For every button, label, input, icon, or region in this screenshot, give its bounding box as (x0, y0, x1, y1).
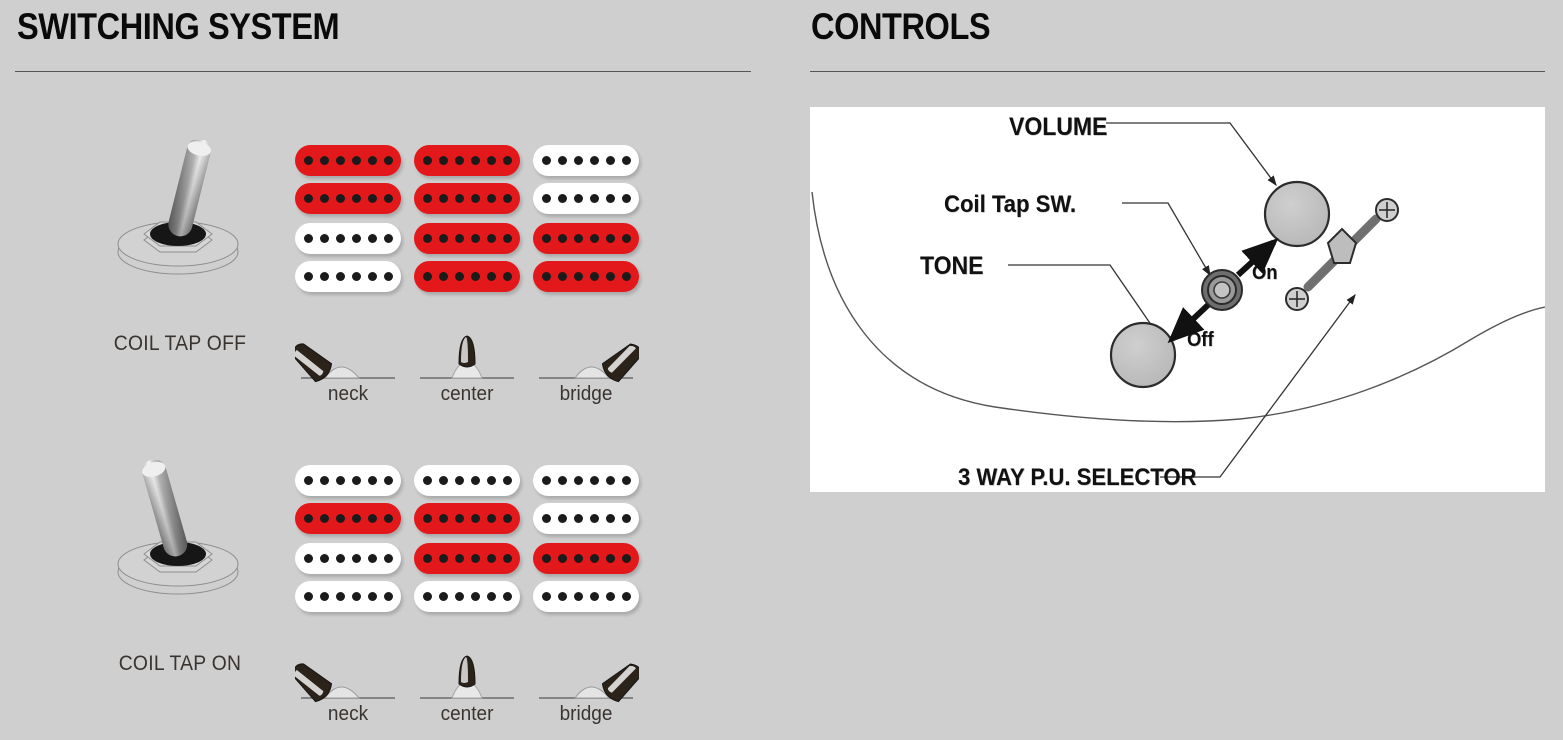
coil-bottom (414, 581, 520, 612)
controls-diagram-graphic (811, 122, 1546, 478)
pickup-neck-position-center (414, 465, 520, 536)
coil-bottom (533, 503, 639, 534)
coil-bottom (295, 261, 401, 292)
coil-top (533, 223, 639, 254)
pickup-row-neck-pickups (295, 465, 665, 543)
tone-knob (1109, 321, 1177, 389)
coil-top (414, 465, 520, 496)
volume-knob (1263, 180, 1331, 248)
blade-switch-left-icon (292, 343, 395, 383)
coil-top (533, 543, 639, 574)
blade-switch-row-coil-tap-on: neck center bridge (292, 650, 665, 726)
label-tone: TONE (920, 252, 984, 280)
blade-switch-center-label: center (440, 703, 494, 725)
coil-top (295, 465, 401, 496)
coil-bottom (533, 581, 639, 612)
coil-top (414, 145, 520, 176)
leader-line-volume (1106, 122, 1277, 187)
toggle-switch-right-icon (117, 138, 239, 275)
coil-tap-off-label: COIL TAP OFF (113, 332, 247, 355)
coil-top (295, 145, 401, 176)
blade-switch-bridge-label: bridge (559, 703, 613, 725)
pickup-neck-position-center (414, 145, 520, 216)
blade-switch-bridge[interactable]: bridge (533, 650, 642, 726)
guitar-body-outline (811, 191, 1546, 423)
coil-bottom (414, 503, 520, 534)
blade-switch-neck-label: neck (327, 383, 369, 405)
label-volume: VOLUME (1009, 113, 1108, 141)
blade-switch-center[interactable]: center (414, 650, 520, 726)
blade-switch-center-label: center (440, 383, 494, 405)
pickup-neck-position-bridge (533, 145, 639, 216)
label-on: On (1252, 262, 1278, 284)
coil-top (295, 543, 401, 574)
pickup-bridge-position-bridge (533, 543, 639, 614)
page-title-controls: CONTROLS (811, 6, 991, 47)
blade-switch-center-icon (420, 655, 514, 699)
pickup-neck-position-neck (295, 465, 401, 536)
pickup-bridge-position-center (414, 223, 520, 294)
pickup-bridge-position-bridge (533, 223, 639, 294)
pickup-bridge-position-neck (295, 543, 401, 614)
toggle-switch-left-icon (117, 459, 239, 595)
coil-top (295, 223, 401, 254)
coil-top (414, 223, 520, 254)
pickup-neck-position-neck (295, 145, 401, 216)
pickup-bridge-position-neck (295, 223, 401, 294)
coil-bottom (295, 183, 401, 214)
coil-tap-on-label: COIL TAP ON (118, 652, 242, 675)
section-divider (810, 71, 1545, 72)
blade-switch-center[interactable]: center (414, 330, 520, 406)
page-title-switching-system: SWITCHING SYSTEM (17, 6, 340, 47)
coil-top (533, 465, 639, 496)
blade-switch-neck[interactable]: neck (292, 330, 401, 406)
blade-switch-right-icon (539, 663, 642, 703)
blade-switch-neck-label: neck (327, 703, 369, 725)
section-divider (15, 71, 751, 72)
pickup-grid-coil-tap-off (295, 145, 665, 301)
blade-switch-bridge[interactable]: bridge (533, 330, 642, 406)
label-coil-tap-sw: Coil Tap SW. (944, 191, 1077, 218)
pickup-row-neck-pickups (295, 145, 665, 223)
coil-tap-on-toggle[interactable]: COIL TAP ON (100, 459, 260, 675)
coil-tap-off-toggle[interactable]: COIL TAP OFF (100, 138, 260, 355)
leader-line-coil-tap (1122, 202, 1211, 277)
coil-top (414, 543, 520, 574)
coil-bottom (295, 581, 401, 612)
blade-switch-neck[interactable]: neck (292, 650, 401, 726)
pickup-row-bridge-pickups (295, 223, 665, 301)
controls-diagram: VOLUME Coil Tap SW. TONE 3 WAY P.U. SELE… (810, 107, 1546, 492)
pickup-grid-coil-tap-on (295, 465, 665, 621)
blade-switch-left-icon (292, 663, 395, 703)
label-3-way-selector: 3 WAY P.U. SELECTOR (958, 464, 1197, 491)
coil-bottom (533, 183, 639, 214)
blade-switch-bridge-label: bridge (559, 383, 613, 405)
coil-bottom (414, 183, 520, 214)
coil-bottom (295, 503, 401, 534)
blade-switch-center-icon (420, 335, 514, 379)
switching-system-panel: SWITCHING SYSTEM COIL TAP OFF neck cente… (0, 0, 781, 740)
pickup-bridge-position-center (414, 543, 520, 614)
blade-switch-right-icon (539, 343, 642, 383)
pickup-row-bridge-pickups (295, 543, 665, 621)
label-off: Off (1187, 329, 1214, 351)
coil-bottom (414, 261, 520, 292)
coil-bottom (533, 261, 639, 292)
coil-top (533, 145, 639, 176)
blade-switch-row-coil-tap-off: neck center bridge (292, 330, 665, 406)
pickup-neck-position-bridge (533, 465, 639, 536)
coil-tap-switch (1201, 269, 1243, 311)
